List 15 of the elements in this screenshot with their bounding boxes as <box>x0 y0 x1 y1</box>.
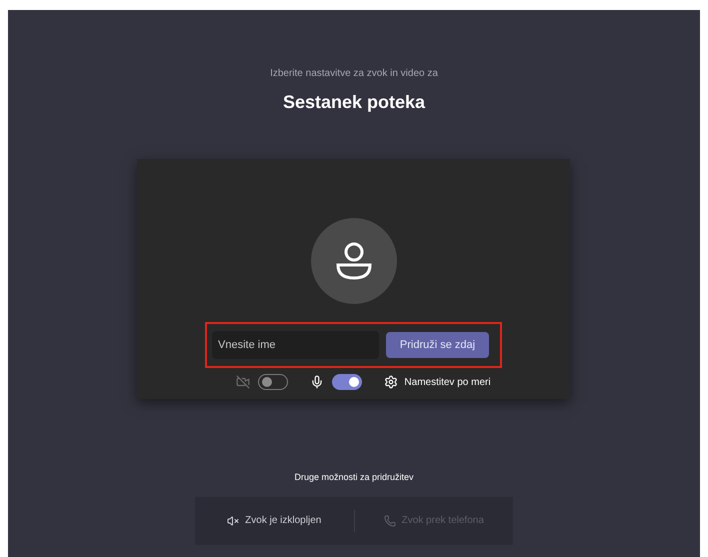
meeting-title: Sestanek poteka <box>282 91 426 114</box>
toggle-switch[interactable] <box>258 374 288 390</box>
custom-settings-link[interactable]: Namestitev po meri <box>404 374 491 390</box>
join-option[interactable]: Zvok je izklopljen <box>245 513 322 528</box>
phone-icon <box>384 514 396 526</box>
settings-icon <box>384 375 398 389</box>
camera-off-icon <box>236 375 250 389</box>
name-field[interactable]: Vnesite ime <box>212 331 379 359</box>
person-icon <box>334 241 374 281</box>
toggle-switch[interactable] <box>332 374 362 390</box>
other-options-heading: Druge možnosti za pridružitev <box>294 471 414 484</box>
subtitle: Izberite nastavitve za zvok in video za <box>270 67 438 81</box>
microphone-icon <box>310 375 324 389</box>
speaker-muted-icon <box>227 514 240 526</box>
join-button[interactable]: Pridruži se zdaj <box>386 332 489 358</box>
